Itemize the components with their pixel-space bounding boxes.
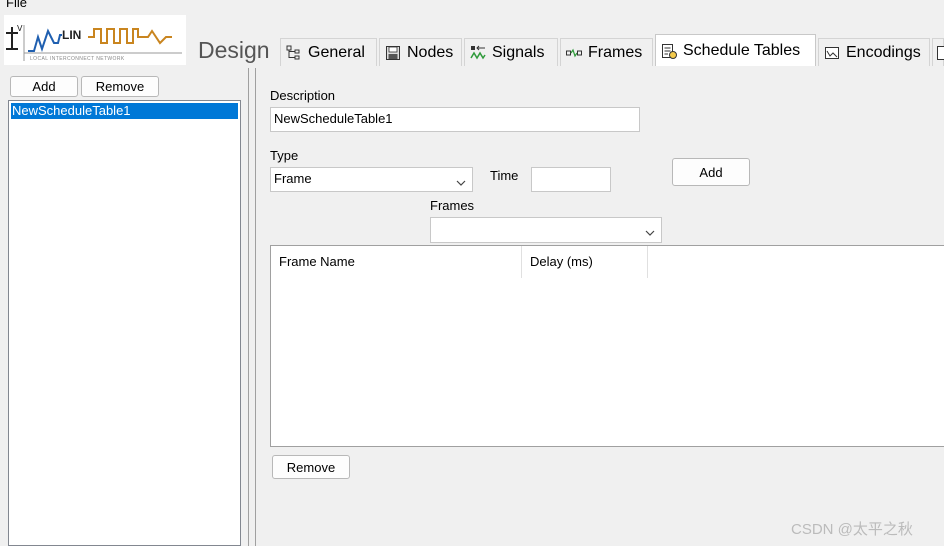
chevron-down-icon	[645, 223, 655, 236]
svg-text:V: V	[17, 24, 23, 33]
tab-frames[interactable]: Frames	[560, 38, 653, 66]
tab-frames-label: Frames	[588, 43, 643, 61]
pane-splitter[interactable]	[246, 68, 258, 546]
chevron-down-icon	[456, 173, 466, 186]
tab-schedule-tables-label: Schedule Tables	[683, 41, 801, 59]
tree-icon	[286, 45, 302, 61]
frames-icon	[566, 45, 582, 61]
watermark: CSDN @太平之秋	[791, 521, 913, 538]
frames-label: Frames	[430, 198, 475, 213]
tab-signals-label: Signals	[492, 43, 545, 61]
remove-frame-button[interactable]: Remove	[272, 455, 350, 479]
design-label: Design	[198, 37, 270, 63]
schedule-tables-list[interactable]: NewScheduleTable1	[8, 100, 241, 546]
remove-schedule-table-button[interactable]: Remove	[81, 76, 159, 97]
logo-subtext: LOCAL INTERCONNECT NETWORK	[30, 56, 125, 62]
schedule-entries-table[interactable]: Frame Name Delay (ms)	[270, 245, 944, 447]
header-bar: V LIN LOCAL INTERCONNECT NETWORK Design …	[0, 13, 944, 68]
frames-select[interactable]	[430, 217, 662, 243]
type-select[interactable]: Frame	[270, 167, 473, 192]
list-item[interactable]: NewScheduleTable1	[11, 103, 238, 119]
add-schedule-table-button[interactable]: Add	[10, 76, 78, 97]
tab-encodings[interactable]: Encodings	[818, 38, 930, 66]
tab-encodings-label: Encodings	[846, 43, 921, 61]
schedule-icon	[661, 43, 677, 59]
column-header-frame-name[interactable]: Frame Name	[271, 246, 522, 278]
signals-icon	[470, 45, 486, 61]
time-label: Time	[490, 168, 519, 183]
splitter-line	[248, 68, 249, 546]
tab-schedule-tables[interactable]: Schedule Tables	[655, 34, 816, 66]
lin-logo: V LIN LOCAL INTERCONNECT NETWORK	[4, 15, 186, 65]
column-header-delay[interactable]: Delay (ms)	[522, 246, 648, 278]
description-field[interactable]: NewScheduleTable1	[270, 107, 640, 132]
schedule-tables-pane: Add Remove NewScheduleTable1	[0, 68, 246, 546]
tab-nodes[interactable]: Nodes	[379, 38, 462, 66]
add-frame-button[interactable]: Add	[672, 158, 750, 186]
tab-general[interactable]: General	[280, 38, 377, 66]
encodings-icon	[824, 45, 840, 61]
schedule-table-editor: Description NewScheduleTable1 Type Frame…	[258, 68, 944, 546]
tab-overflow[interactable]	[932, 38, 944, 66]
floppy-icon	[385, 45, 401, 61]
menu-file[interactable]: File	[6, 0, 27, 11]
tab-nodes-label: Nodes	[407, 43, 454, 61]
splitter-line	[255, 68, 256, 546]
document-icon	[936, 45, 944, 61]
tab-general-label: General	[308, 43, 365, 61]
time-field[interactable]	[531, 167, 611, 192]
tab-signals[interactable]: Signals	[464, 38, 558, 66]
type-select-value: Frame	[274, 171, 312, 186]
description-label: Description	[270, 88, 336, 103]
menu-bar: File	[0, 0, 944, 13]
logo-lin-text: LIN	[62, 28, 82, 42]
type-label: Type	[270, 148, 299, 163]
